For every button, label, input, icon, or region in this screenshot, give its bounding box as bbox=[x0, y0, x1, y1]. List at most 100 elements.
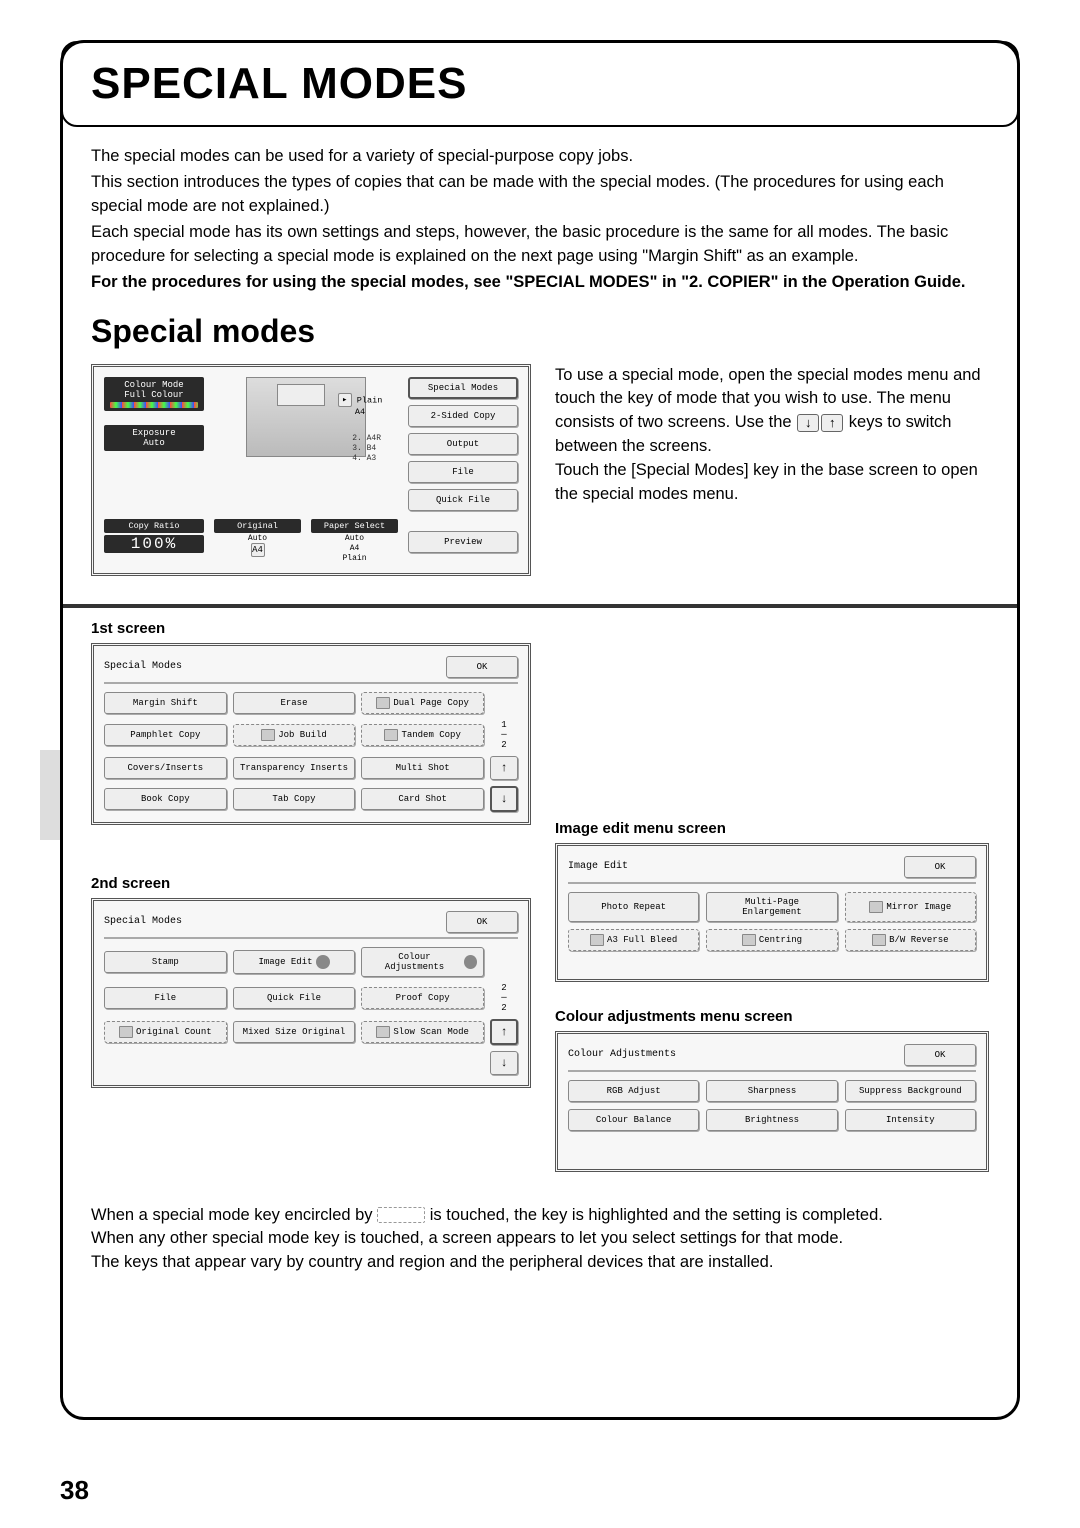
sharpness-button[interactable]: Sharpness bbox=[706, 1080, 837, 1102]
ok-button-2[interactable]: OK bbox=[446, 911, 518, 933]
tandem-icon bbox=[384, 729, 398, 741]
tray2-label: 2. A4R bbox=[352, 434, 381, 444]
section-divider bbox=[63, 604, 1017, 608]
paper-a4-label: A4 bbox=[311, 544, 398, 553]
image-edit-label: Image edit menu screen bbox=[555, 820, 989, 837]
dual-page-copy-button[interactable]: Dual Page Copy bbox=[361, 692, 484, 714]
copy-ratio-button[interactable]: Copy Ratio bbox=[104, 519, 204, 533]
slow-scan-mode-button[interactable]: Slow Scan Mode bbox=[361, 1021, 484, 1043]
special-modes-button[interactable]: Special Modes bbox=[408, 377, 518, 399]
intro-p4: For the procedures for using the special… bbox=[91, 271, 989, 295]
paper-select-button[interactable]: Paper Select bbox=[311, 519, 398, 533]
sm-title-1: Special Modes bbox=[104, 661, 182, 672]
page-tot-2: 2 bbox=[501, 1003, 506, 1013]
dashed-box-icon bbox=[377, 1207, 425, 1223]
page-ind-2: 2 bbox=[501, 983, 506, 993]
first-screen-label: 1st screen bbox=[91, 620, 531, 637]
colour-adj-title: Colour Adjustments bbox=[568, 1049, 676, 1060]
transparency-inserts-button[interactable]: Transparency Inserts bbox=[233, 757, 356, 779]
tray-a4-label: A4 bbox=[355, 407, 365, 417]
colour-mode-button[interactable]: Colour Mode Full Colour bbox=[104, 377, 204, 411]
mirror-image-button[interactable]: Mirror Image bbox=[845, 892, 976, 922]
page-ind-1: 1 bbox=[501, 720, 506, 730]
photo-repeat-button[interactable]: Photo Repeat bbox=[568, 892, 699, 922]
scroll-down-button[interactable]: ↓ bbox=[490, 786, 518, 812]
mirror-icon bbox=[869, 901, 883, 913]
copy-ratio-value: 100% bbox=[104, 535, 204, 553]
tray-sizes: 2. A4R 3. B4 4. A3 bbox=[352, 434, 381, 464]
colour-adj-label: Colour adjustments menu screen bbox=[555, 1008, 989, 1025]
centring-button[interactable]: Centring bbox=[706, 929, 837, 951]
colour-bar-icon bbox=[110, 402, 198, 408]
special-modes-panel-2: Special Modes OK Stamp Image Edit Colour… bbox=[91, 898, 531, 1088]
intensity-button[interactable]: Intensity bbox=[845, 1109, 976, 1131]
exposure-label: Exposure bbox=[110, 428, 198, 438]
book-copy-button[interactable]: Book Copy bbox=[104, 788, 227, 810]
a3-full-bleed-button[interactable]: A3 Full Bleed bbox=[568, 929, 699, 951]
heading-box: SPECIAL MODES bbox=[61, 41, 1019, 127]
image-edit-button[interactable]: Image Edit bbox=[233, 950, 356, 974]
file-button-2[interactable]: File bbox=[104, 987, 227, 1009]
mixed-size-original-button[interactable]: Mixed Size Original bbox=[233, 1021, 356, 1043]
sm-title-2: Special Modes bbox=[104, 916, 182, 927]
ok-button-1[interactable]: OK bbox=[446, 656, 518, 678]
colour-adj-dot-icon bbox=[464, 955, 477, 969]
colour-balance-button[interactable]: Colour Balance bbox=[568, 1109, 699, 1131]
note-t3: When any other special mode key is touch… bbox=[91, 1227, 989, 1251]
output-button[interactable]: Output bbox=[408, 433, 518, 455]
original-count-button[interactable]: Original Count bbox=[104, 1021, 227, 1043]
paper-icon: ▸ bbox=[338, 393, 352, 407]
intro-text: The special modes can be used for a vari… bbox=[91, 145, 989, 295]
exposure-button[interactable]: Exposure Auto bbox=[104, 425, 204, 451]
special-modes-panel-1: Special Modes OK Margin Shift Erase Dual… bbox=[91, 643, 531, 825]
ok-button-3[interactable]: OK bbox=[904, 856, 976, 878]
image-edit-dot-icon bbox=[316, 955, 330, 969]
stamp-button[interactable]: Stamp bbox=[104, 951, 227, 973]
suppress-background-button[interactable]: Suppress Background bbox=[845, 1080, 976, 1102]
exposure-auto-label: Auto bbox=[110, 438, 198, 448]
covers-inserts-button[interactable]: Covers/Inserts bbox=[104, 757, 227, 779]
intro-p1: The special modes can be used for a vari… bbox=[91, 145, 989, 169]
rgb-adjust-button[interactable]: RGB Adjust bbox=[568, 1080, 699, 1102]
job-build-button[interactable]: Job Build bbox=[233, 724, 356, 746]
file-button[interactable]: File bbox=[408, 461, 518, 483]
quick-file-button[interactable]: Quick File bbox=[408, 489, 518, 511]
preview-button[interactable]: Preview bbox=[408, 531, 518, 553]
multi-shot-button[interactable]: Multi Shot bbox=[361, 757, 484, 779]
scroll-up-button-2[interactable]: ↑ bbox=[490, 1019, 518, 1045]
instruction-text: To use a special mode, open the special … bbox=[555, 364, 989, 590]
tab-copy-button[interactable]: Tab Copy bbox=[233, 788, 356, 810]
proof-copy-button[interactable]: Proof Copy bbox=[361, 987, 484, 1009]
quick-file-button-2[interactable]: Quick File bbox=[233, 987, 356, 1009]
scroll-down-button-2[interactable]: ↓ bbox=[490, 1051, 518, 1075]
image-edit-panel: Image Edit OK Photo Repeat Multi-Page En… bbox=[555, 843, 989, 982]
two-sided-copy-button[interactable]: 2-Sided Copy bbox=[408, 405, 518, 427]
ok-button-4[interactable]: OK bbox=[904, 1044, 976, 1066]
a3-bleed-icon bbox=[590, 934, 604, 946]
base-screen-panel: Colour Mode Full Colour Exposure Auto bbox=[91, 364, 531, 576]
tray3-label: 3. B4 bbox=[352, 444, 381, 454]
card-shot-button[interactable]: Card Shot bbox=[361, 788, 484, 810]
bw-reverse-button[interactable]: B/W Reverse bbox=[845, 929, 976, 951]
erase-button[interactable]: Erase bbox=[233, 692, 356, 714]
colour-adjustments-button[interactable]: Colour Adjustments bbox=[361, 947, 484, 977]
pamphlet-copy-button[interactable]: Pamphlet Copy bbox=[104, 724, 227, 746]
brightness-button[interactable]: Brightness bbox=[706, 1109, 837, 1131]
section-title: Special modes bbox=[91, 313, 989, 350]
slow-scan-icon bbox=[376, 1026, 390, 1038]
scroll-up-button[interactable]: ↑ bbox=[490, 756, 518, 780]
side-tab bbox=[40, 750, 60, 840]
note-t1: When a special mode key encircled by bbox=[91, 1206, 377, 1224]
original-button[interactable]: Original bbox=[214, 519, 301, 533]
page-tot-1: 2 bbox=[501, 740, 506, 750]
original-size-icon: A4 bbox=[251, 543, 265, 557]
dual-page-icon bbox=[376, 697, 390, 709]
multi-page-enlargement-button[interactable]: Multi-Page Enlargement bbox=[706, 892, 837, 922]
tandem-copy-button[interactable]: Tandem Copy bbox=[361, 724, 484, 746]
paper-auto-label: Auto bbox=[311, 534, 398, 543]
margin-shift-button[interactable]: Margin Shift bbox=[104, 692, 227, 714]
footnote: When a special mode key encircled by is … bbox=[91, 1204, 989, 1276]
up-key-icon: ↑ bbox=[821, 414, 843, 432]
page-heading: SPECIAL MODES bbox=[91, 59, 989, 109]
colour-adjustments-panel: Colour Adjustments OK RGB Adjust Sharpne… bbox=[555, 1031, 989, 1172]
